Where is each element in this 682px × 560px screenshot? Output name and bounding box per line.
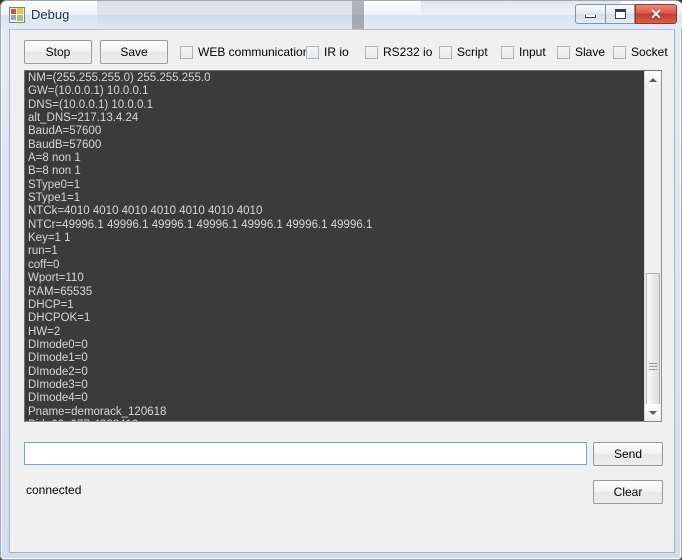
- checkbox-slave[interactable]: Slave: [557, 44, 605, 60]
- checkbox-box[interactable]: [439, 45, 452, 59]
- checkbox-socket[interactable]: Socket: [613, 44, 668, 60]
- log-scrollbar[interactable]: [644, 71, 661, 421]
- checkbox-rs232-io[interactable]: RS232 io: [365, 44, 432, 60]
- checkbox-label: Script: [457, 45, 488, 59]
- debug-log-panel[interactable]: NM=(255.255.255.0) 255.255.255.0 GW=(10.…: [24, 70, 662, 422]
- checkbox-box[interactable]: [306, 45, 319, 59]
- maximize-button[interactable]: [605, 4, 635, 24]
- close-button[interactable]: ✕: [635, 4, 677, 24]
- checkbox-box[interactable]: [501, 45, 514, 59]
- checkbox-script[interactable]: Script: [439, 44, 488, 60]
- minimize-icon: [585, 15, 596, 18]
- client-area: Stop Save WEB communication IR io RS232 …: [9, 29, 675, 553]
- glass-bleed: [352, 1, 364, 29]
- scrollbar-track[interactable]: [645, 88, 661, 273]
- scroll-up-button[interactable]: [645, 71, 661, 88]
- maximize-icon: [614, 9, 626, 19]
- minimize-button[interactable]: [575, 4, 605, 24]
- send-button[interactable]: Send: [593, 442, 663, 466]
- scrollbar-grip-icon: [649, 361, 657, 372]
- scrollbar-thumb[interactable]: [646, 273, 660, 421]
- checkbox-web-communication[interactable]: WEB communication: [180, 44, 309, 60]
- close-icon: ✕: [650, 6, 662, 22]
- checkbox-label: Slave: [575, 45, 606, 59]
- window-titlebar[interactable]: Debug ✕: [1, 1, 682, 29]
- checkbox-box[interactable]: [613, 45, 626, 59]
- status-label: connected: [26, 483, 82, 497]
- glass-bleed: [97, 1, 352, 29]
- debug-window: Debug ✕ Stop Save WEB communication IR i…: [0, 0, 682, 560]
- checkbox-box[interactable]: [365, 45, 378, 59]
- save-button[interactable]: Save: [100, 40, 168, 64]
- checkbox-ir-io[interactable]: IR io: [306, 44, 349, 60]
- chevron-up-icon: [649, 77, 657, 82]
- checkbox-label: WEB communication: [198, 45, 310, 59]
- checkbox-box[interactable]: [557, 45, 570, 59]
- checkbox-box[interactable]: [180, 45, 193, 59]
- checkbox-input[interactable]: Input: [501, 44, 546, 60]
- chevron-down-icon: [649, 410, 657, 415]
- debug-log-text: NM=(255.255.255.0) 255.255.255.0 GW=(10.…: [28, 72, 373, 421]
- app-form-icon: [9, 7, 25, 23]
- scroll-down-button[interactable]: [645, 404, 661, 421]
- checkbox-label: Input: [519, 45, 546, 59]
- stop-button[interactable]: Stop: [24, 40, 92, 64]
- checkbox-label: RS232 io: [383, 45, 433, 59]
- checkbox-label: IR io: [324, 45, 349, 59]
- command-input[interactable]: [24, 442, 587, 465]
- clear-button[interactable]: Clear: [593, 480, 663, 504]
- window-title: Debug: [31, 7, 70, 22]
- checkbox-label: Socket: [631, 45, 668, 59]
